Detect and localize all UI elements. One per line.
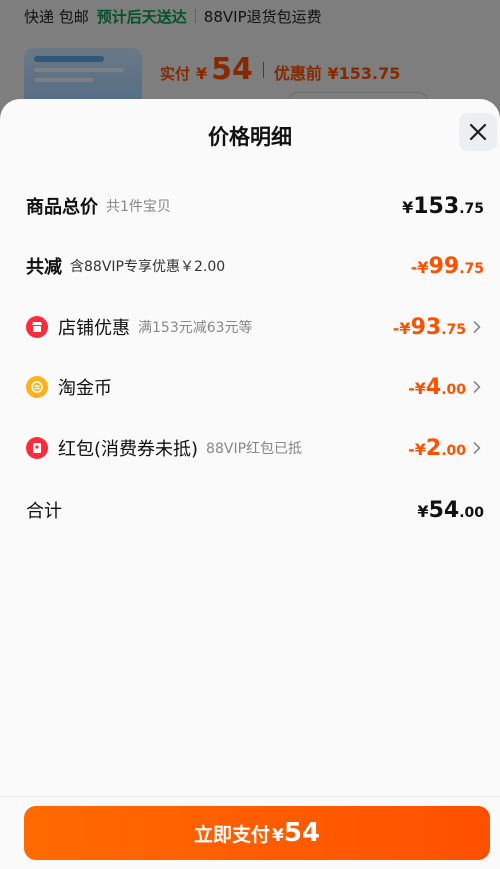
pay-currency: ¥ [196,64,208,83]
row-price: -¥ 93.75 [392,314,466,340]
row-label: 淘金币 [58,378,112,399]
shipping-info: 快递 包邮 预计后天送达 88VIP退货包运费 [24,4,322,28]
summary-pay: 实付 ¥ 54 优惠前 ¥153.75 [160,52,400,87]
chevron-right-icon [470,442,484,454]
pay-now-button[interactable]: 立即支付 ¥ 54 [24,806,490,860]
before-discount: 优惠前 ¥153.75 [273,64,401,83]
delivery-estimate-tag: 预计后天送达 [96,7,187,26]
divider [194,9,196,23]
row-taojinbi[interactable]: 淘金币 -¥ 4.00 [26,372,484,402]
row-label: 店铺优惠 [58,318,130,339]
close-button[interactable] [459,113,497,151]
row-shop-discount[interactable]: 店铺优惠 满153元减63元等 -¥ 93.75 [26,312,484,342]
coin-icon [26,376,48,398]
row-note: 88VIP红包已抵 [206,441,303,457]
row-price: -¥ 99.75 [410,253,484,279]
row-total-discount: 共减 含88VIP专享优惠￥2.00 -¥ 99.75 [26,251,484,281]
shop-icon [26,316,48,338]
chevron-right-icon [470,381,484,393]
shipping-method: 快递 包邮 [24,7,89,26]
row-price: -¥ 2.00 [408,435,466,461]
pay-label: 实付 [160,65,191,83]
vip-return-note: 88VIP退货包运费 [203,7,322,26]
row-price: ¥153.75 [402,193,484,219]
row-total: 合计 ¥54.00 [26,495,484,525]
row-label: 商品总价 [26,197,98,218]
pay-button-currency: ¥ [271,826,284,846]
row-label: 红包(消费券未抵) [58,439,199,460]
divider [262,61,264,78]
pay-button-label: 立即支付 [193,824,270,846]
chevron-right-icon [470,321,484,333]
row-goods-total: 商品总价 共1件宝贝 ¥153.75 [26,191,484,221]
row-label: 合计 [26,501,62,522]
red-packet-icon [26,437,48,459]
row-price: -¥ 4.00 [408,374,466,400]
row-note: 含88VIP专享优惠￥2.00 [70,259,226,275]
row-note: 共1件宝贝 [106,199,171,215]
pay-button-amount: 54 [283,818,321,848]
row-price: ¥54.00 [417,497,484,523]
row-label: 共减 [26,257,62,278]
row-red-packet[interactable]: 红包(消费券未抵) 88VIP红包已抵 -¥ 2.00 [26,433,484,463]
pay-amount: 54 [211,52,253,87]
row-note: 满153元减63元等 [138,320,253,336]
footer-divider [0,796,500,797]
close-icon [469,123,487,141]
price-detail-sheet: 价格明细 商品总价 共1件宝贝 ¥153.75 共减 含88VIP专享优惠￥2.… [0,99,500,869]
background-page: 快递 包邮 预计后天送达 88VIP退货包运费 实付 ¥ 54 优惠前 ¥153… [0,0,500,112]
sheet-title: 价格明细 [208,125,292,149]
